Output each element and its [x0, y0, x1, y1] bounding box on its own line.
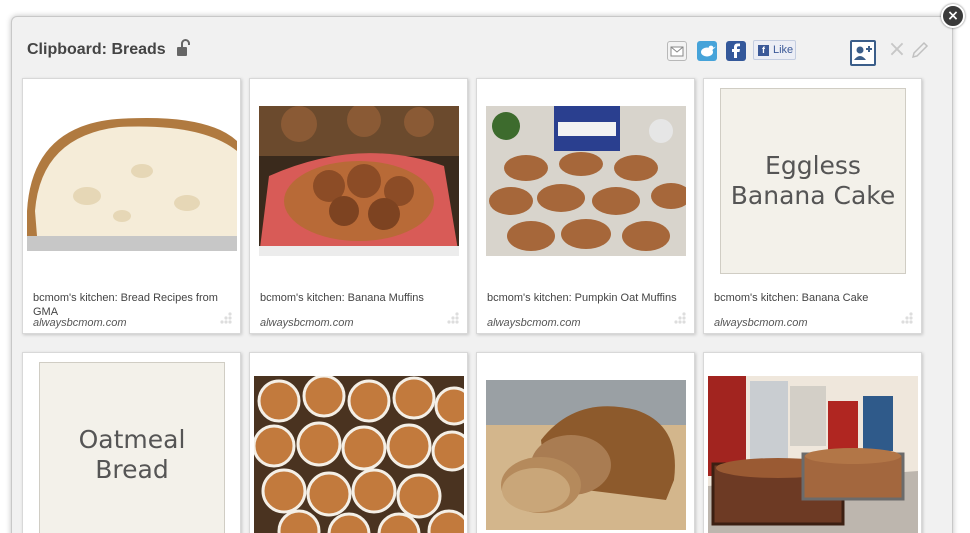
clipboard-item[interactable] — [703, 352, 922, 533]
drag-handle-icon[interactable] — [445, 311, 461, 327]
drag-handle-icon[interactable] — [218, 311, 234, 327]
unlock-icon[interactable] — [176, 39, 190, 57]
pumpkin-oat-muffins-photo — [486, 106, 686, 256]
text-image-card: Oatmeal Bread — [39, 362, 225, 533]
clipboard-item[interactable]: Eggless Banana Cake bcmom's kitchen: Ban… — [703, 78, 922, 334]
item-caption: bcmom's kitchen: Pumpkin Oat Muffins — [487, 292, 677, 304]
twitter-share-icon[interactable] — [697, 41, 717, 61]
clipboard-item[interactable] — [476, 352, 695, 533]
facebook-like-button[interactable]: f Like — [753, 40, 796, 60]
item-caption: bcmom's kitchen: Banana Cake — [714, 292, 869, 304]
item-caption: bcmom's kitchen: Bread Recipes from GMA — [33, 292, 218, 318]
facebook-icon: f — [758, 45, 769, 56]
page-title: Clipboard: Breads — [27, 41, 166, 58]
item-source-link[interactable]: alwaysbcmom.com — [33, 317, 127, 329]
add-collaborator-button[interactable] — [850, 40, 876, 66]
edit-pencil-icon[interactable] — [910, 40, 930, 60]
sliced-bread-photo — [486, 380, 686, 530]
cinnamon-rolls-photo — [254, 376, 464, 533]
clipboard-item[interactable] — [249, 352, 468, 533]
add-user-icon — [854, 46, 872, 60]
item-source-link[interactable]: alwaysbcmom.com — [714, 317, 808, 329]
bread-pans-photo — [708, 376, 918, 533]
like-label: Like — [773, 44, 794, 56]
item-source-link[interactable]: alwaysbcmom.com — [487, 317, 581, 329]
item-source-link[interactable]: alwaysbcmom.com — [260, 317, 354, 329]
bread-loaf-photo — [27, 111, 237, 251]
clipboard-item[interactable]: Oatmeal Bread — [22, 352, 241, 533]
close-icon: × — [947, 8, 959, 24]
clipboard-item[interactable]: bcmom's kitchen: Pumpkin Oat Muffins alw… — [476, 78, 695, 334]
delete-icon[interactable]: × — [887, 39, 907, 61]
clipboard-item[interactable]: bcmom's kitchen: Banana Muffins alwaysbc… — [249, 78, 468, 334]
drag-handle-icon[interactable] — [672, 311, 688, 327]
text-image-card: Eggless Banana Cake — [720, 88, 906, 274]
close-button[interactable]: × — [941, 4, 965, 28]
banana-muffins-photo — [259, 106, 459, 256]
item-caption: bcmom's kitchen: Banana Muffins — [260, 292, 424, 304]
clipboard-page: × Clipboard: Breads f Like × bcmom's kit… — [0, 0, 970, 533]
email-share-icon[interactable] — [667, 41, 687, 61]
facebook-share-icon[interactable] — [726, 41, 746, 61]
text-image-label: Eggless Banana Cake — [730, 151, 896, 210]
text-image-label: Oatmeal Bread — [78, 425, 186, 484]
clipboard-item[interactable]: bcmom's kitchen: Bread Recipes from GMA … — [22, 78, 241, 334]
drag-handle-icon[interactable] — [899, 311, 915, 327]
